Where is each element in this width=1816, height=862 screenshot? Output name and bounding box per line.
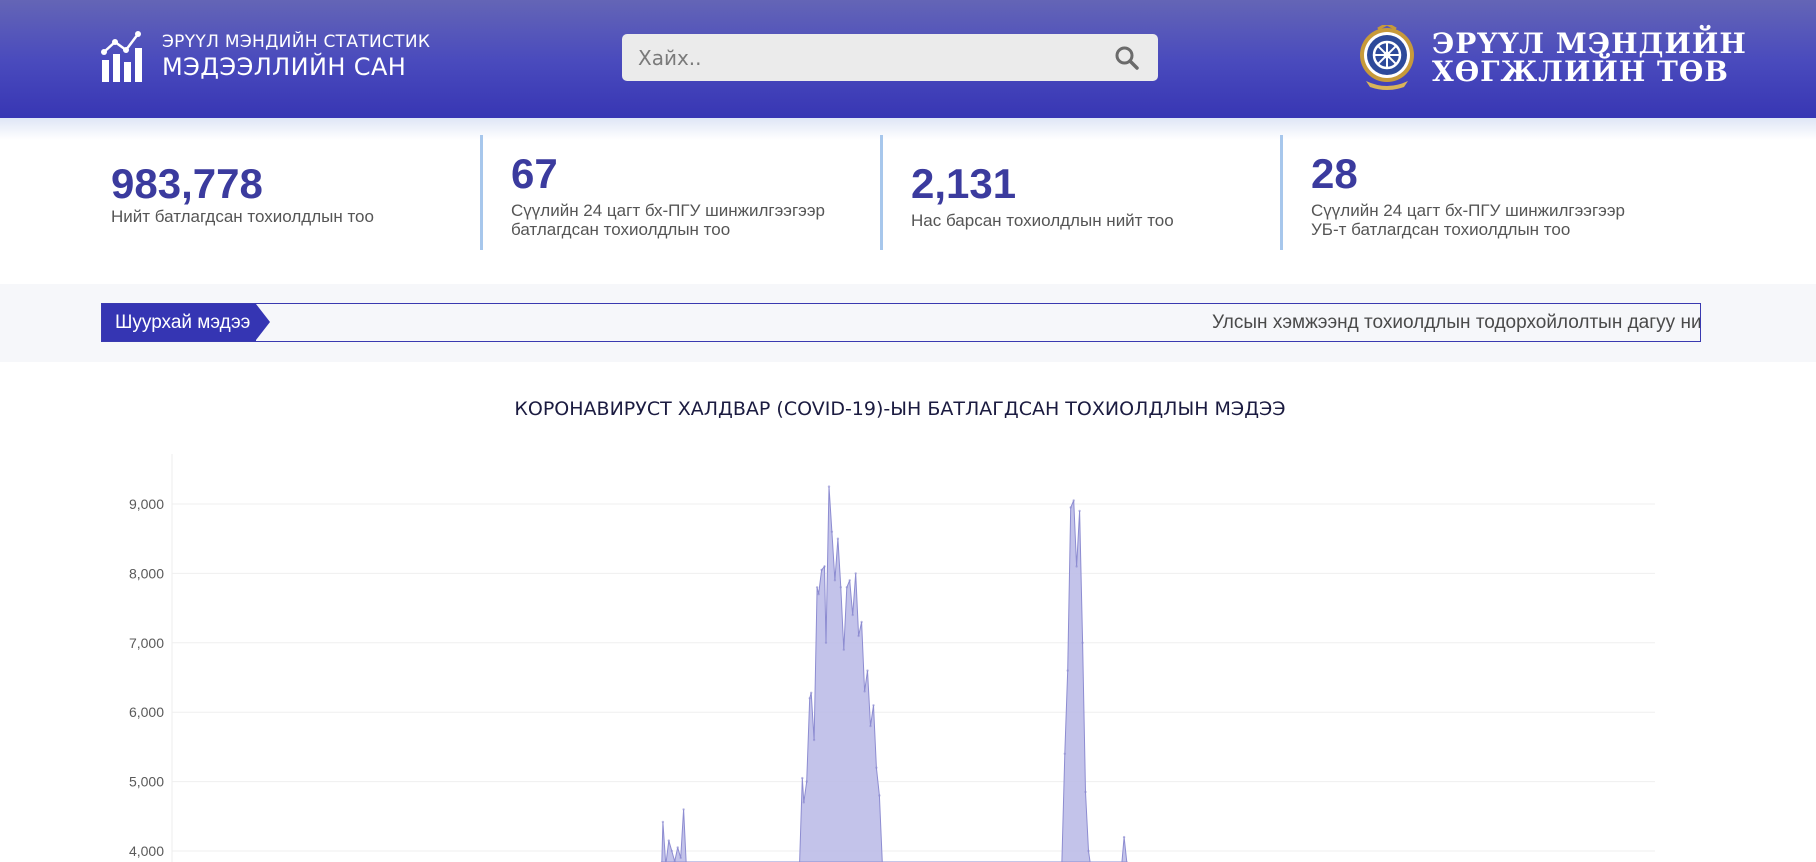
data-point[interactable] [667,839,670,842]
data-point[interactable] [824,641,828,644]
data-point[interactable] [817,593,820,596]
data-point[interactable] [1069,506,1072,509]
data-point[interactable] [857,634,860,638]
top-header: ЭРҮҮЛ МЭНДИЙН СТАТИСТИК МЭДЭЭЛЛИЙН САН Х… [0,0,1816,120]
brand-subtitle: ЭРҮҮЛ МЭНДИЙН СТАТИСТИК [162,32,431,52]
stat-divider [1280,135,1283,250]
org-name-line-2: ХӨГЖЛИЙН ТӨВ [1432,55,1729,88]
data-point[interactable] [676,846,679,849]
covid-cases-chart: 4,000 5,000 6,000 7,000 8,000 9,000 [129,454,1655,862]
stat-24h-confirmed: 67 Сүүлийн 24 цагт бх-ПГУ шинжилгээгээр … [480,135,880,250]
cases-area-series [660,486,1128,862]
data-point[interactable] [670,849,673,853]
dharma-wheel-emblem-icon [1360,25,1414,90]
data-point[interactable] [851,613,854,617]
data-point[interactable] [836,537,840,540]
data-point[interactable] [872,704,875,707]
search-input[interactable] [638,34,1098,81]
data-point[interactable] [845,586,848,589]
data-point[interactable] [875,766,878,769]
data-point[interactable] [1075,565,1078,568]
brand-logo[interactable]: ЭРҮҮЛ МЭНДИЙН СТАТИСТИК МЭДЭЭЛЛИЙН САН [100,30,430,84]
search-icon[interactable] [1114,45,1140,71]
data-point[interactable] [830,530,834,533]
data-point[interactable] [810,691,813,694]
stat-value: 2,131 [911,160,1017,207]
brand-title: МЭДЭЭЛЛИЙН САН [162,53,407,81]
data-point[interactable] [820,568,823,572]
stat-total-confirmed: 983,778 Нийт батлагдсан тохиолдлын тоо [111,135,481,250]
stat-divider [480,135,483,250]
data-point[interactable] [854,572,857,575]
data-point[interactable] [848,579,851,582]
data-point[interactable] [1122,835,1126,839]
data-point[interactable] [1084,790,1087,794]
stat-label: Нас барсан тохиолдлын нийт тоо [911,211,1174,230]
organization-logo[interactable]: ЭРҮҮЛ МЭНДИЙН ХӨГЖЛИЙН ТӨВ [1358,24,1747,92]
data-point[interactable] [833,579,837,582]
data-point[interactable] [1078,509,1081,513]
ticker-arrow-icon [256,304,270,340]
data-point[interactable] [866,669,869,672]
data-point[interactable] [679,856,682,860]
news-ticker: Шуурхай мэдээ Улсын хэмжээнд тохиолдлын … [101,303,1701,342]
data-point[interactable] [1072,499,1075,502]
data-point[interactable] [808,697,811,700]
data-point[interactable] [842,648,845,651]
data-point[interactable] [812,738,816,742]
y-tick-label: 6,000 [129,704,164,720]
data-point[interactable] [839,586,842,589]
news-ticker-text[interactable]: Улсын хэмжээнд тохиолдлын тодорхойлолтын… [1212,304,1700,341]
data-point[interactable] [863,690,866,693]
stat-divider [880,135,883,250]
stat-deaths: 2,131 Нас барсан тохиолдлын нийт тоо [880,135,1280,250]
stat-label: Сүүлийн 24 цагт бх-ПГУ шинжилгээгээр УБ-… [1311,201,1625,239]
data-point[interactable] [878,794,881,797]
chart-title: КОРОНАВИРУСТ ХАЛДВАР (COVID-19)-ЫН БАТЛА… [514,398,1286,420]
data-point[interactable] [815,586,819,589]
y-tick-label: 9,000 [129,496,164,512]
stat-value: 983,778 [111,160,263,207]
y-tick-label: 8,000 [129,565,164,581]
org-name-line-1: ЭРҮҮЛ МЭНДИЙН [1432,27,1747,60]
data-point[interactable] [827,485,831,488]
data-point[interactable] [1066,669,1069,672]
y-tick-label: 4,000 [129,843,164,859]
news-ticker-label: Шуурхай мэдээ [102,304,256,341]
stat-label: Нийт батлагдсан тохиолдлын тоо [111,207,374,226]
bar-chart-trend-icon [101,31,142,82]
stat-value: 67 [511,150,558,197]
search-box [622,34,1158,81]
data-point[interactable] [1087,849,1090,853]
data-point[interactable] [661,820,665,824]
data-point[interactable] [682,808,685,811]
data-point[interactable] [860,620,863,624]
data-point[interactable] [805,780,808,783]
data-point[interactable] [869,724,872,728]
data-point[interactable] [823,565,826,568]
stat-label: Сүүлийн 24 цагт бх-ПГУ шинжилгээгээр бат… [511,201,825,239]
data-point[interactable] [1081,641,1084,644]
y-tick-label: 5,000 [129,774,164,790]
stat-24h-ub-confirmed: 28 Сүүлийн 24 цагт бх-ПГУ шинжилгээгээр … [1280,135,1680,250]
data-point[interactable] [802,801,805,804]
data-point[interactable] [1063,752,1067,755]
stat-value: 28 [1311,150,1358,197]
data-point[interactable] [801,776,804,780]
y-tick-label: 7,000 [129,635,164,651]
